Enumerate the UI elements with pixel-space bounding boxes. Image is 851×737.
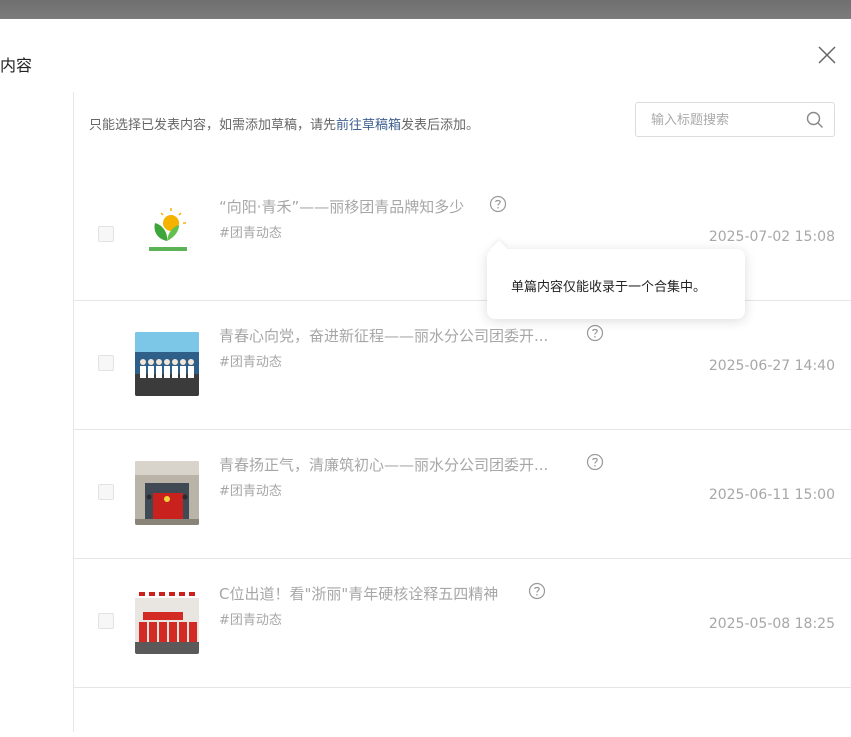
tooltip-text: 单篇内容仅能收录于一个合集中。	[511, 280, 707, 295]
list-item[interactable]: 青春心向党，奋进新征程——丽水分公司团委开... #团青动态 2025-06-2…	[74, 301, 851, 430]
item-checkbox[interactable]	[98, 355, 114, 371]
question-icon[interactable]	[489, 195, 507, 213]
search-box[interactable]	[635, 102, 835, 137]
leaf-logo-icon	[135, 203, 199, 267]
item-title: 青春心向党，奋进新征程——丽水分公司团委开...	[219, 327, 549, 345]
question-icon[interactable]	[586, 324, 604, 342]
item-thumbnail	[135, 461, 199, 525]
item-date: 2025-07-02 15:08	[708, 229, 835, 245]
collection-tooltip: 单篇内容仅能收录于一个合集中。	[487, 240, 745, 319]
close-icon	[818, 46, 836, 64]
search-input[interactable]	[651, 110, 801, 130]
item-checkbox[interactable]	[98, 613, 114, 629]
item-title: C位出道！看"浙丽"青年硬核诠释五四精神	[219, 585, 499, 603]
group-photo-icon	[135, 332, 199, 396]
item-thumbnail	[135, 332, 199, 396]
item-date: 2025-06-27 14:40	[708, 358, 835, 374]
item-date: 2025-06-11 15:00	[708, 487, 835, 503]
list-item[interactable]: C位出道！看"浙丽"青年硬核诠释五四精神 #团青动态 2025-05-08 18…	[74, 559, 851, 688]
close-button[interactable]	[815, 43, 839, 67]
item-tag: #团青动态	[219, 484, 282, 499]
item-title: 青春扬正气，清廉筑初心——丽水分公司团委开...	[219, 456, 549, 474]
hint-text-before: 只能选择已发表内容，如需添加草稿，请先	[89, 118, 337, 133]
hint-text: 只能选择已发表内容，如需添加草稿，请先前往草稿箱发表后添加。	[89, 114, 479, 133]
item-title: “向阳·青禾”——丽移团青品牌知多少	[219, 198, 465, 216]
overlay-top-bar	[0, 0, 851, 19]
drafts-link[interactable]: 前往草稿箱	[336, 118, 401, 133]
item-checkbox[interactable]	[98, 484, 114, 500]
question-icon[interactable]	[528, 582, 546, 600]
list-item[interactable]: 青春扬正气，清廉筑初心——丽水分公司团委开... #团青动态 2025-06-1…	[74, 430, 851, 559]
dialog-title: 内容	[0, 56, 33, 75]
banner-photo-icon	[135, 590, 199, 654]
item-tag: #团青动态	[219, 613, 282, 628]
item-checkbox[interactable]	[98, 226, 114, 242]
item-thumbnail	[135, 590, 199, 654]
item-tag: #团青动态	[219, 226, 282, 241]
search-icon[interactable]	[806, 111, 824, 129]
flag-photo-icon	[135, 461, 199, 525]
item-tag: #团青动态	[219, 355, 282, 370]
item-thumbnail	[135, 203, 199, 267]
question-icon[interactable]	[586, 453, 604, 471]
hint-text-after: 发表后添加。	[401, 118, 480, 133]
item-date: 2025-05-08 18:25	[708, 616, 835, 632]
